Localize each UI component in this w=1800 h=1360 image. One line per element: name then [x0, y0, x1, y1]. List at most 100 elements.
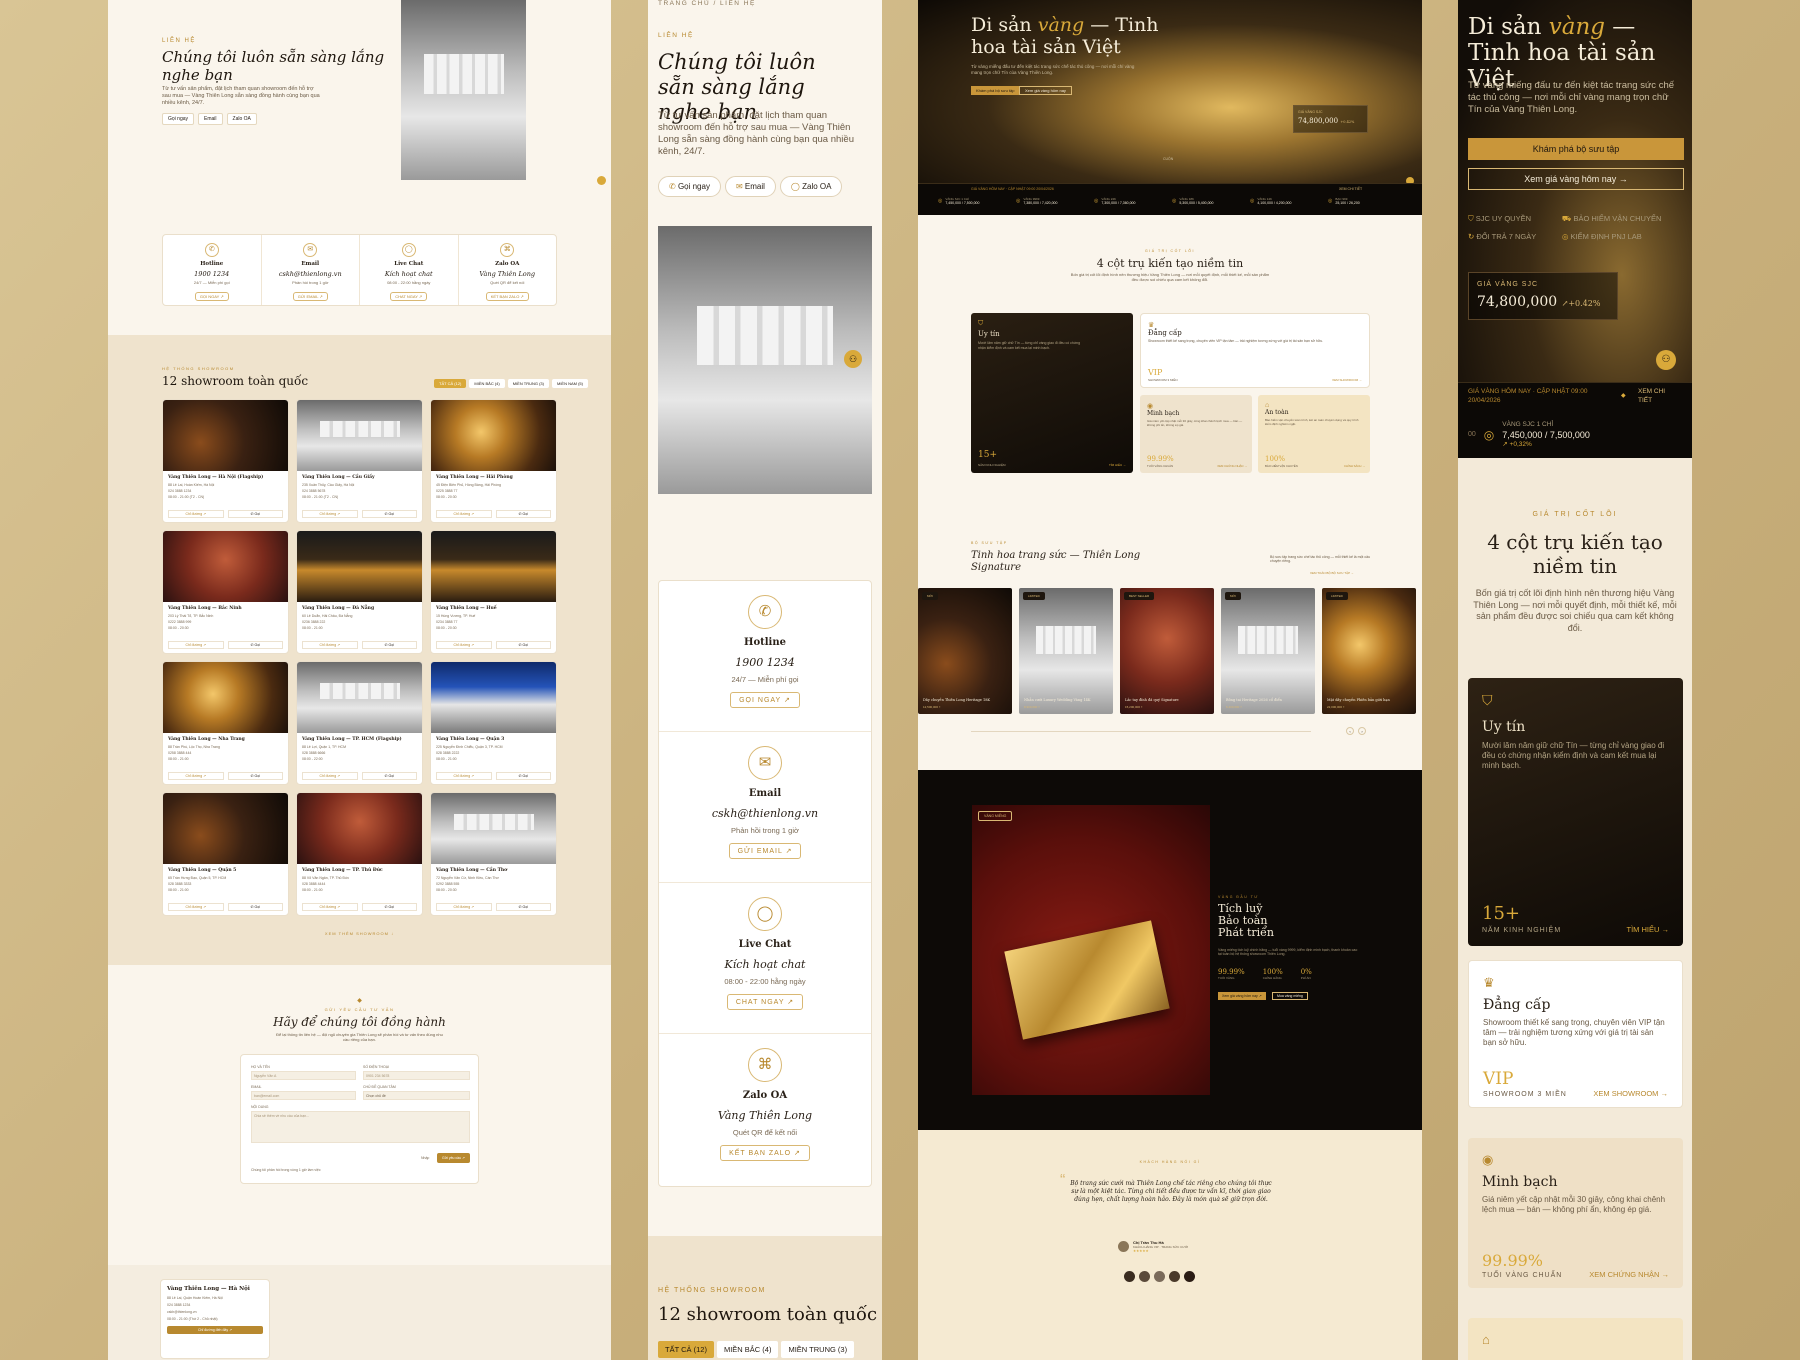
showroom-card[interactable]: Vàng Thiên Long — Quận 3 225 Nguyễn Đình… [430, 661, 557, 785]
directions-button[interactable]: Chỉ đường ↗ [436, 772, 492, 780]
gold-price-button[interactable]: Xem giá vàng hôm nay [1019, 86, 1072, 95]
carousel-next-button[interactable]: › [1358, 727, 1366, 735]
directions-button[interactable]: Chỉ đường ↗ [436, 903, 492, 911]
pillar-link[interactable]: TÌM HIỂU → [1109, 463, 1126, 467]
channel-cta[interactable]: GỌI NGAY ↗ [730, 692, 800, 708]
pillar-card-trust[interactable]: ⛉ Uy tín Mười lăm năm giữ chữ Tín — từng… [971, 313, 1133, 473]
directions-button[interactable]: Chỉ đường đến đây ↗ [167, 1326, 263, 1334]
reviewer-avatar-3[interactable] [1154, 1271, 1165, 1282]
ticker-link[interactable]: XEM CHI TIẾT [1339, 187, 1362, 191]
pillar-card-transparency[interactable]: ◉ Minh bạch Giá niêm yết cập nhật mỗi 30… [1468, 1138, 1683, 1288]
call-button[interactable]: ✆ Gọi [361, 641, 417, 649]
pillar-card-trust[interactable]: ⛉ Uy tín Mười lăm năm giữ chữ Tín — từng… [1468, 678, 1683, 946]
filter-north[interactable]: MIỀN BẮC (4) [716, 1341, 779, 1358]
showroom-card[interactable]: Vàng Thiên Long — Cần Thơ 72 Nguyễn Văn … [430, 792, 557, 916]
directions-button[interactable]: Chỉ đường ↗ [168, 772, 224, 780]
reviewer-avatar-4[interactable] [1169, 1271, 1180, 1282]
showroom-card[interactable]: Vàng Thiên Long — Đà Nẵng 60 Lê Duẩn, Hả… [296, 530, 423, 654]
pillar-card-transparency[interactable]: ◉ Minh bạch Giá niêm yết cập nhật mỗi 30… [1140, 395, 1252, 473]
channel-cta[interactable]: CHAT NGAY ↗ [390, 292, 428, 301]
signature-link[interactable]: XEM TOÀN BỘ BỘ SƯU TẬP → [1310, 571, 1354, 575]
directions-button[interactable]: Chỉ đường ↗ [436, 641, 492, 649]
directions-button[interactable]: Chỉ đường ↗ [168, 510, 224, 518]
user-avatar-icon[interactable] [597, 176, 606, 185]
email-input[interactable]: ban@email.com [251, 1091, 356, 1100]
showroom-card[interactable]: Vàng Thiên Long — TP. Thủ Đức 88 Võ Văn … [296, 792, 423, 916]
call-button[interactable]: ✆ Gọi [227, 641, 283, 649]
product-card[interactable]: MỚI Bông tai Heritage 2026 cổ điển 6,400… [1221, 588, 1315, 714]
pillar-link[interactable]: XEM SHOWROOM → [1332, 378, 1362, 382]
showroom-card[interactable]: Vàng Thiên Long — TP. HCM (Flagship) 88 … [296, 661, 423, 785]
directions-button[interactable]: Chỉ đường ↗ [168, 641, 224, 649]
user-avatar-icon[interactable]: ⚇ [1656, 350, 1676, 370]
call-button[interactable]: ✆ Gọi [495, 903, 551, 911]
pillar-card-class[interactable]: ♛ Đẳng cấp Showroom thiết kế sang trọng,… [1140, 313, 1370, 388]
ticker-link[interactable]: XEM CHI TIẾT [1638, 387, 1678, 405]
showroom-card[interactable]: Vàng Thiên Long — Cầu Giấy 235 Xuân Thủy… [296, 399, 423, 523]
showroom-card[interactable]: Vàng Thiên Long — Nha Trang 88 Trần Phú,… [162, 661, 289, 785]
channel-cta[interactable]: KẾT BẠN ZALO ↗ [485, 292, 529, 301]
filter-south[interactable]: MIỀN NAM (5) [551, 379, 588, 388]
pillar-link[interactable]: XEM SHOWROOM → [1593, 1089, 1668, 1098]
channel-cta[interactable]: CHAT NGAY ↗ [726, 994, 804, 1010]
reviewer-avatar-1[interactable] [1124, 1271, 1135, 1282]
submit-button[interactable]: Gửi yêu cầu ↗ [437, 1153, 470, 1163]
zalo-pill[interactable]: ◯ Zalo OA [779, 176, 843, 197]
directions-button[interactable]: Chỉ đường ↗ [302, 772, 358, 780]
email-pill[interactable]: ✉ Email [724, 176, 776, 197]
directions-button[interactable]: Chỉ đường ↗ [168, 903, 224, 911]
pillar-card-safety[interactable]: ⌂ [1468, 1318, 1683, 1360]
explore-button[interactable]: Khám phá bộ sưu tập [971, 86, 1020, 95]
showroom-card[interactable]: Vàng Thiên Long — Hải Phòng 45 Điện Biên… [430, 399, 557, 523]
showroom-card[interactable]: Vàng Thiên Long — Quận 5 65 Trần Hưng Đạ… [162, 792, 289, 916]
pillar-card-safety[interactable]: ⌂ An toàn Bảo hiểm vận chuyển toàn trình… [1258, 395, 1370, 473]
call-pill[interactable]: Gọi ngay [162, 113, 195, 125]
pillar-link[interactable]: XEM CHỨNG NHẬN → [1217, 464, 1247, 468]
zalo-pill[interactable]: Zalo OA [226, 113, 257, 125]
reset-button[interactable]: Nhập [421, 1156, 429, 1160]
carousel-prev-button[interactable]: ‹ [1346, 727, 1354, 735]
email-pill[interactable]: Email [198, 113, 223, 125]
pillar-card-class[interactable]: ♛ Đẳng cấp Showroom thiết kế sang trọng,… [1468, 960, 1683, 1108]
product-card[interactable]: LIMITED Mặt dây chuyền Phiên bản giới hạ… [1322, 588, 1416, 714]
product-card[interactable]: MỚI Dây chuyền Thiên Long Heritage 18K 1… [918, 588, 1012, 714]
channel-cta[interactable]: GỬI EMAIL ↗ [728, 843, 802, 859]
call-button[interactable]: ✆ Gọi [361, 510, 417, 518]
user-avatar-icon[interactable]: ⚇ [844, 350, 862, 368]
product-card[interactable]: BEST SELLER Lắc tay đính đá quý Signatur… [1120, 588, 1214, 714]
filter-central[interactable]: MIỀN TRUNG (3) [507, 379, 549, 388]
showroom-card[interactable]: Vàng Thiên Long — Hà Nội (Flagship) 88 L… [162, 399, 289, 523]
name-input[interactable]: Nguyễn Văn A [251, 1071, 356, 1080]
pillar-link[interactable]: TÌM HIỂU → [1627, 925, 1670, 934]
explore-button[interactable]: Khám phá bộ sưu tập [1468, 138, 1684, 160]
call-button[interactable]: ✆ Gọi [361, 772, 417, 780]
call-button[interactable]: ✆ Gọi [495, 510, 551, 518]
reviewer-avatar-5[interactable] [1184, 1271, 1195, 1282]
showroom-card[interactable]: Vàng Thiên Long — Huế 15 Hùng Vương, TP.… [430, 530, 557, 654]
call-button[interactable]: ✆ Gọi [227, 903, 283, 911]
channel-cta[interactable]: GỌI NGAY ↗ [194, 292, 229, 301]
call-pill[interactable]: ✆ Gọi ngay [658, 176, 721, 197]
call-button[interactable]: ✆ Gọi [495, 772, 551, 780]
phone-input[interactable]: 0901 234 5678 [363, 1071, 470, 1080]
product-card[interactable]: LIMITED Nhẫn cưới Luxury Wedding Vàng 14… [1019, 588, 1113, 714]
channel-cta[interactable]: KẾT BẠN ZALO ↗ [720, 1145, 810, 1161]
channel-cta[interactable]: GỬI EMAIL ↗ [292, 292, 328, 301]
directions-button[interactable]: Chỉ đường ↗ [436, 510, 492, 518]
call-button[interactable]: ✆ Gọi [227, 510, 283, 518]
filter-all[interactable]: TẤT CẢ (12) [434, 379, 467, 388]
gold-price-button[interactable]: Xem giá vàng hôm nay → [1468, 168, 1684, 190]
showroom-card[interactable]: Vàng Thiên Long — Bắc Ninh 203 Lý Thái T… [162, 530, 289, 654]
directions-button[interactable]: Chỉ đường ↗ [302, 510, 358, 518]
call-button[interactable]: ✆ Gọi [227, 772, 283, 780]
gold-price-button[interactable]: Xem giá vàng hôm nay ↗ [1218, 992, 1266, 1000]
filter-north[interactable]: MIỀN BẮC (4) [469, 379, 505, 388]
buy-gold-bar-button[interactable]: Mua vàng miếng [1272, 992, 1308, 1000]
topic-select[interactable]: Chọn chủ đề [363, 1091, 470, 1100]
reviewer-avatar-2[interactable] [1139, 1271, 1150, 1282]
pillar-link[interactable]: CHÍNH SÁCH → [1344, 464, 1365, 468]
filter-all[interactable]: TẤT CẢ (12) [658, 1341, 714, 1358]
directions-button[interactable]: Chỉ đường ↗ [302, 641, 358, 649]
more-showrooms-link[interactable]: XEM THÊM SHOWROOM ↓ [108, 931, 611, 936]
filter-central[interactable]: MIỀN TRUNG (3) [781, 1341, 855, 1358]
